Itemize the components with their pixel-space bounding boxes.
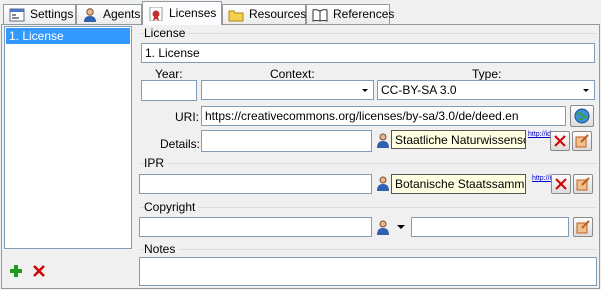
agent-icon[interactable]	[376, 176, 390, 191]
remove-icon[interactable]	[32, 264, 46, 278]
agent-link[interactable]: http://id.s	[528, 131, 556, 147]
details-label: Details:	[160, 137, 201, 151]
chevron-down-icon[interactable]	[357, 81, 373, 99]
tab-settings[interactable]: Settings	[3, 4, 76, 24]
license-agent-field[interactable]: Staatliche Naturwissenschaftl	[391, 130, 526, 149]
ipr-agent-link[interactable]: http://id.s	[532, 175, 560, 191]
open-uri-button[interactable]	[570, 105, 594, 127]
copyright-agent-field[interactable]	[411, 217, 569, 237]
context-label: Context:	[270, 67, 315, 81]
tab-references[interactable]: References	[306, 4, 394, 24]
uri-field[interactable]: https://creativecommons.org/licenses/by-…	[201, 106, 566, 126]
uri-label: URI:	[175, 110, 199, 124]
license-list[interactable]: 1. License	[4, 26, 132, 249]
tab-settings-label: Settings	[30, 7, 74, 21]
tab-licenses[interactable]: Licenses	[142, 1, 222, 25]
edit-ipr-agent-button[interactable]	[573, 174, 593, 194]
tab-licenses-label: Licenses	[169, 6, 217, 20]
agents-icon	[84, 8, 96, 22]
copyright-group-title: Copyright	[144, 200, 199, 214]
ipr-group-title: IPR	[144, 156, 168, 170]
tab-resources-label: Resources	[249, 7, 307, 21]
type-combo[interactable]: CC-BY-SA 3.0	[377, 80, 595, 100]
globe-icon	[574, 108, 590, 124]
type-value: CC-BY-SA 3.0	[381, 83, 457, 97]
notes-field[interactable]	[139, 257, 597, 286]
agent-icon[interactable]	[376, 220, 390, 235]
remove-icon	[554, 135, 566, 147]
remove-ipr-agent-button[interactable]	[551, 174, 571, 194]
edit-icon	[576, 220, 590, 234]
chevron-down-icon[interactable]	[395, 222, 407, 232]
tab-resources[interactable]: Resources	[222, 4, 306, 24]
settings-icon	[9, 8, 25, 22]
type-label: Type:	[472, 67, 502, 81]
year-field[interactable]	[141, 80, 197, 101]
license-name-field[interactable]: 1. License	[141, 43, 595, 63]
license-group-title: License	[144, 26, 189, 40]
chevron-down-icon[interactable]	[578, 81, 594, 99]
edit-icon	[575, 134, 589, 148]
details-field[interactable]	[201, 130, 372, 152]
tab-agents-label: Agents	[103, 7, 141, 21]
remove-agent-button[interactable]	[550, 131, 570, 151]
tab-agents[interactable]: Agents	[76, 4, 142, 24]
remove-icon	[555, 178, 567, 190]
edit-copyright-agent-button[interactable]	[573, 217, 593, 237]
notes-group-title: Notes	[144, 242, 179, 256]
list-item[interactable]: 1. License	[6, 28, 130, 44]
copyright-field[interactable]	[139, 217, 372, 237]
year-label: Year:	[155, 67, 183, 81]
ipr-field[interactable]	[139, 174, 372, 194]
ipr-agent-field[interactable]: Botanische Staatssammlung	[391, 174, 526, 194]
edit-icon	[576, 177, 590, 191]
edit-agent-button[interactable]	[572, 131, 592, 151]
agent-icon[interactable]	[376, 133, 390, 148]
book-icon	[312, 9, 328, 22]
tab-references-label: References	[333, 7, 395, 21]
licenses-icon	[149, 7, 163, 21]
folder-icon	[228, 10, 244, 22]
context-combo[interactable]	[201, 80, 374, 100]
add-icon[interactable]	[9, 264, 23, 278]
